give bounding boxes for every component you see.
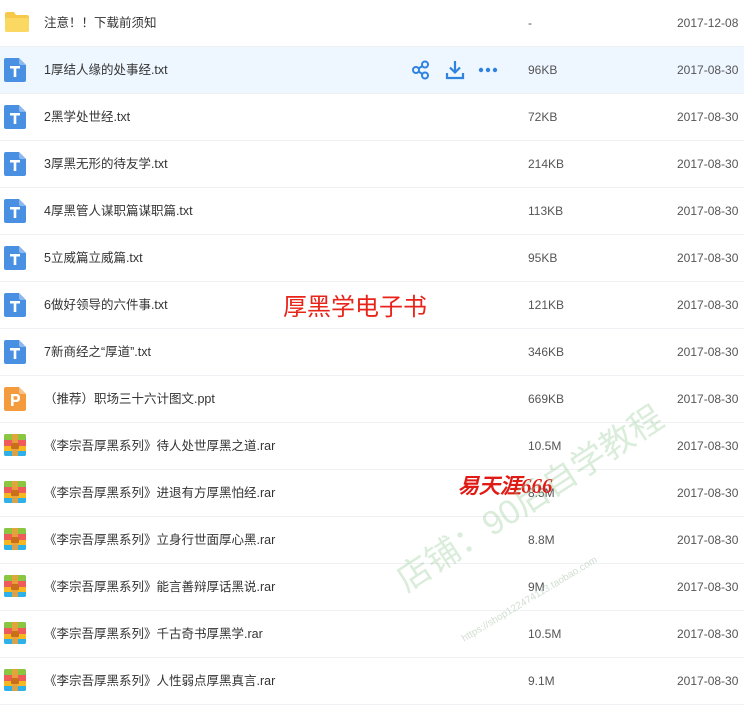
download-icon[interactable] bbox=[444, 60, 466, 80]
file-date: 2017-08-30 bbox=[677, 110, 739, 124]
file-date: 2017-08-30 bbox=[677, 251, 739, 265]
share-icon[interactable] bbox=[410, 60, 432, 80]
file-date: 2017-08-30 bbox=[677, 63, 739, 77]
file-size: 121KB bbox=[528, 298, 565, 312]
txt-file-icon bbox=[4, 340, 26, 364]
rar-file-icon bbox=[4, 528, 26, 552]
file-row[interactable]: 《李宗吾厚黑系列》进退有方厚黑怕经.rar 8.5M 2017-08-30 bbox=[0, 470, 744, 517]
txt-file-icon bbox=[4, 105, 26, 129]
txt-file-icon bbox=[4, 246, 26, 270]
txt-file-icon bbox=[4, 152, 26, 176]
file-size: 96KB bbox=[528, 63, 558, 77]
file-name[interactable]: 6做好领导的六件事.txt bbox=[44, 282, 168, 329]
file-date: 2017-08-30 bbox=[677, 486, 739, 500]
ppt-file-icon bbox=[4, 387, 26, 411]
file-size: 669KB bbox=[528, 392, 565, 406]
rar-file-icon bbox=[4, 669, 26, 693]
file-name[interactable]: 《李宗吾厚黑系列》能言善辩厚话黑说.rar bbox=[44, 564, 275, 611]
file-date: 2017-08-30 bbox=[677, 580, 739, 594]
file-list: 注意！！下载前须知 - 2017-12-08 1厚结人缘的处事经.txt 96KB 201… bbox=[0, 0, 744, 705]
file-row[interactable]: 2黑学处世经.txt 72KB 2017-08-30 bbox=[0, 94, 744, 141]
file-row[interactable]: 4厚黑管人谋职篇谋职篇.txt 113KB 2017-08-30 bbox=[0, 188, 744, 235]
file-size: 214KB bbox=[528, 157, 565, 171]
file-size: 8.8M bbox=[528, 533, 555, 547]
file-date: 2017-08-30 bbox=[677, 157, 739, 171]
file-name[interactable]: 注意！！下载前须知 bbox=[44, 0, 157, 47]
file-name[interactable]: 《李宗吾厚黑系列》进退有方厚黑怕经.rar bbox=[44, 470, 275, 517]
rar-file-icon bbox=[4, 481, 26, 505]
file-name[interactable]: 《李宗吾厚黑系列》千古奇书厚黑学.rar bbox=[44, 611, 263, 658]
txt-file-icon bbox=[4, 199, 26, 223]
file-name[interactable]: 《李宗吾厚黑系列》待人处世厚黑之道.rar bbox=[44, 423, 275, 470]
file-row[interactable]: 1厚结人缘的处事经.txt 96KB 2017-08-30 bbox=[0, 47, 744, 94]
file-row[interactable]: 5立威篇立威篇.txt 95KB 2017-08-30 bbox=[0, 235, 744, 282]
file-size: 10.5M bbox=[528, 627, 562, 641]
file-name[interactable]: 5立威篇立威篇.txt bbox=[44, 235, 143, 282]
file-date: 2017-08-30 bbox=[677, 345, 739, 359]
file-size: 72KB bbox=[528, 110, 558, 124]
rar-file-icon bbox=[4, 575, 26, 599]
file-name[interactable]: （推荐）职场三十六计图文.ppt bbox=[44, 376, 215, 423]
file-size: 95KB bbox=[528, 251, 558, 265]
file-row[interactable]: 《李宗吾厚黑系列》千古奇书厚黑学.rar 10.5M 2017-08-30 bbox=[0, 611, 744, 658]
file-date: 2017-08-30 bbox=[677, 298, 739, 312]
file-size: 346KB bbox=[528, 345, 565, 359]
file-date: 2017-08-30 bbox=[677, 533, 739, 547]
more-icon[interactable] bbox=[477, 60, 499, 80]
file-row[interactable]: 7新商经之“厚道”.txt 346KB 2017-08-30 bbox=[0, 329, 744, 376]
file-row[interactable]: 3厚黑无形的待友学.txt 214KB 2017-08-30 bbox=[0, 141, 744, 188]
file-date: 2017-08-30 bbox=[677, 439, 739, 453]
rar-file-icon bbox=[4, 622, 26, 646]
rar-file-icon bbox=[4, 434, 26, 458]
file-date: 2017-08-30 bbox=[677, 627, 739, 641]
txt-file-icon bbox=[4, 58, 26, 82]
folder-file-icon bbox=[4, 11, 29, 35]
file-date: 2017-08-30 bbox=[677, 392, 739, 406]
file-row[interactable]: 《李宗吾厚黑系列》立身行世面厚心黑.rar 8.8M 2017-08-30 bbox=[0, 517, 744, 564]
file-name[interactable]: 4厚黑管人谋职篇谋职篇.txt bbox=[44, 188, 193, 235]
file-size: 113KB bbox=[528, 204, 564, 218]
file-size: - bbox=[528, 16, 532, 30]
file-date: 2017-08-30 bbox=[677, 204, 739, 218]
watermark-title: 厚黑学电子书 bbox=[283, 295, 427, 321]
file-name[interactable]: 《李宗吾厚黑系列》立身行世面厚心黑.rar bbox=[44, 517, 275, 564]
file-row[interactable]: 注意！！下载前须知 - 2017-12-08 bbox=[0, 0, 744, 47]
file-name[interactable]: 1厚结人缘的处事经.txt bbox=[44, 47, 168, 94]
file-name[interactable]: 7新商经之“厚道”.txt bbox=[44, 329, 151, 376]
file-name[interactable]: 2黑学处世经.txt bbox=[44, 94, 130, 141]
file-date: 2017-12-08 bbox=[677, 16, 739, 30]
file-row[interactable]: 《李宗吾厚黑系列》能言善辩厚话黑说.rar 9M 2017-08-30 bbox=[0, 564, 744, 611]
file-name[interactable]: 3厚黑无形的待友学.txt bbox=[44, 141, 168, 188]
txt-file-icon bbox=[4, 293, 26, 317]
